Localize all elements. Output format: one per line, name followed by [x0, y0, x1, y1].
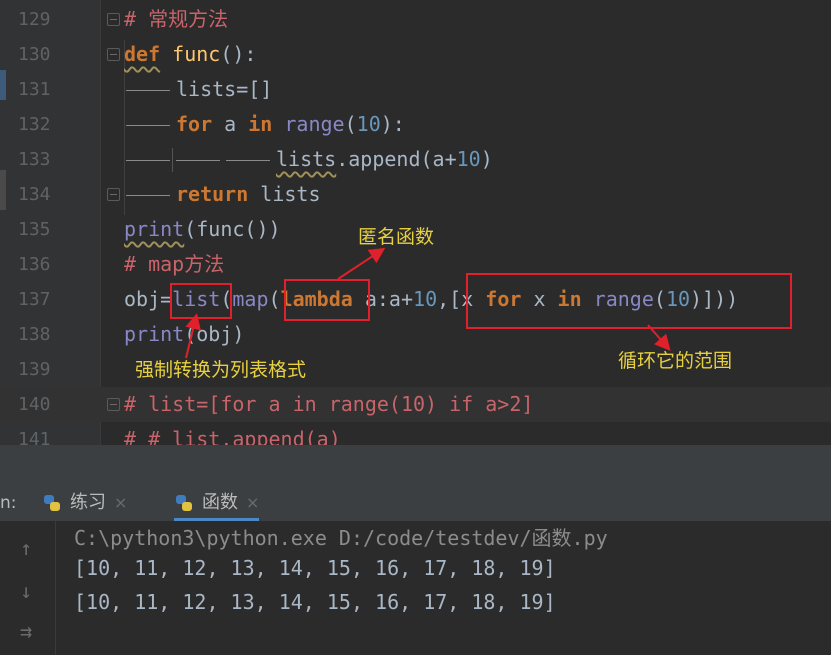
- arrow-up-icon[interactable]: ↑: [20, 536, 32, 560]
- lambda-annotation: 匿名函数: [358, 226, 435, 248]
- tab-label: 练习: [70, 492, 106, 513]
- run-tab-bar: n: 练习 × 函数 ×: [0, 485, 831, 521]
- tab-practice[interactable]: 练习 ×: [42, 485, 127, 521]
- console-output-line: [10, 11, 12, 13, 14, 15, 16, 17, 18, 19]: [74, 556, 556, 580]
- python-icon: [44, 495, 60, 511]
- python-icon: [176, 495, 192, 511]
- console-output-line: [10, 11, 12, 13, 14, 15, 16, 17, 18, 19]: [74, 590, 556, 614]
- close-icon[interactable]: ×: [114, 493, 127, 512]
- tab-functions[interactable]: 函数 ×: [174, 485, 260, 521]
- tab-label: 函数: [202, 492, 238, 513]
- soft-wrap-icon[interactable]: ⇉: [20, 619, 32, 643]
- run-label: n:: [0, 493, 17, 513]
- console-toolbar: ↑ ↓ ⇉: [0, 521, 56, 655]
- close-icon[interactable]: ×: [246, 493, 259, 512]
- arrow-down-icon[interactable]: ↓: [20, 579, 32, 603]
- editor-scroll-area: [0, 445, 831, 486]
- list-annotation: 强制转换为列表格式: [135, 359, 307, 381]
- console-command-line: C:\python3\python.exe D:/code/testdev/函数…: [74, 526, 608, 550]
- code-editor[interactable]: 129 # 常规方法 130 def func(): 131 lists=[] …: [0, 0, 831, 445]
- range-annotation: 循环它的范围: [618, 350, 733, 372]
